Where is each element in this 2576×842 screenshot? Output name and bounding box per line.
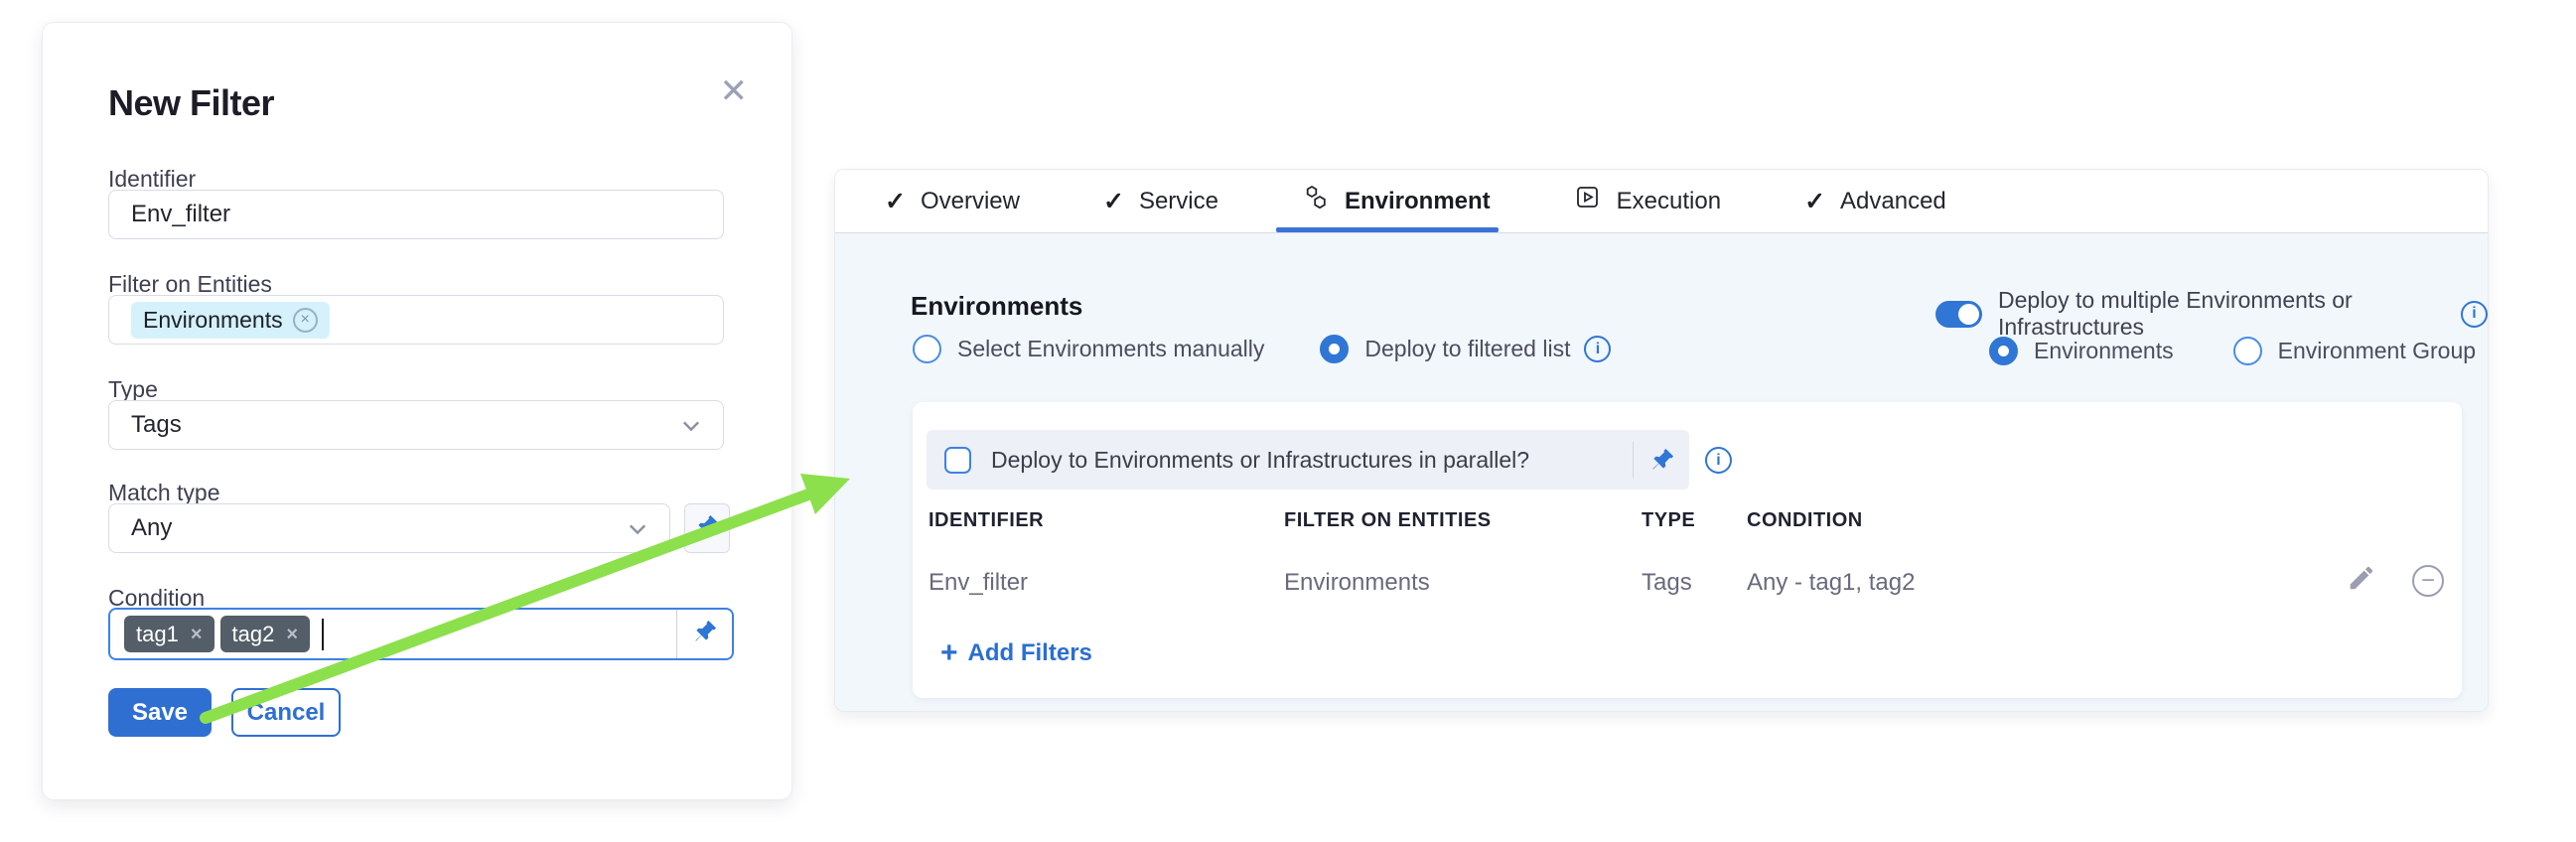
tab-label: Service	[1139, 188, 1218, 215]
plus-icon: +	[940, 638, 958, 668]
radio-environment-group[interactable]	[2233, 337, 2262, 365]
check-icon: ✓	[1103, 187, 1124, 216]
close-icon[interactable]: ✕	[720, 74, 749, 108]
tab-overview[interactable]: ✓ Overview	[885, 170, 1020, 232]
entities-chip: Environments ×	[131, 302, 330, 339]
check-icon: ✓	[885, 187, 906, 216]
row-actions: −	[2347, 563, 2444, 598]
tab-bar: ✓ Overview ✓ Service Environment	[835, 170, 2488, 233]
tab-execution[interactable]: Execution	[1574, 170, 1721, 232]
info-icon[interactable]: i	[2461, 301, 2488, 328]
remove-chip-icon[interactable]: ×	[293, 308, 318, 333]
text-caret	[322, 619, 324, 650]
pin-icon	[694, 513, 720, 544]
type-select[interactable]: Tags	[108, 400, 724, 450]
section-heading: Environments	[911, 291, 1082, 322]
tag-label: tag2	[232, 622, 275, 647]
divider	[1633, 442, 1634, 478]
parallel-label: Deploy to Environments or Infrastructure…	[991, 447, 1529, 474]
pin-icon	[692, 619, 718, 649]
tag-remove-icon[interactable]: ×	[191, 625, 203, 644]
row-identifier: Env_filter	[929, 569, 1028, 597]
identifier-input[interactable]: Env_filter	[108, 190, 724, 239]
parallel-banner: Deploy to Environments or Infrastructure…	[927, 430, 1689, 490]
row-condition: Any - tag1, tag2	[1747, 569, 1915, 597]
filters-card: Deploy to Environments or Infrastructure…	[913, 402, 2462, 698]
match-type-value: Any	[131, 514, 172, 542]
tab-label: Execution	[1617, 188, 1721, 215]
radio-label: Environments	[2034, 338, 2174, 364]
tab-environment[interactable]: Environment	[1302, 170, 1491, 232]
chevron-down-icon	[681, 411, 701, 439]
info-icon[interactable]: i	[1705, 447, 1732, 474]
save-button[interactable]: Save	[108, 688, 212, 737]
cancel-button[interactable]: Cancel	[231, 688, 341, 737]
pin-condition-button[interactable]	[676, 610, 732, 658]
match-type-select[interactable]: Any	[108, 503, 670, 553]
environment-panel: ✓ Overview ✓ Service Environment	[834, 169, 2489, 712]
tag-remove-icon[interactable]: ×	[286, 625, 298, 644]
col-header-condition: CONDITION	[1747, 509, 1863, 532]
add-filters-label: Add Filters	[968, 639, 1092, 667]
entities-chip-label: Environments	[143, 307, 283, 334]
type-value: Tags	[131, 411, 182, 439]
match-type-label: Match type	[108, 480, 220, 506]
modal-title: New Filter	[108, 82, 274, 124]
pin-match-type-button[interactable]	[684, 503, 730, 553]
row-entities: Environments	[1284, 569, 1430, 597]
radio-label: Select Environments manually	[957, 336, 1264, 362]
multi-env-toggle-row: Deploy to multiple Environments or Infra…	[1935, 287, 2488, 341]
condition-tag-chip: tag2 ×	[220, 616, 311, 652]
radio-environments[interactable]	[1989, 337, 2018, 365]
environment-selection-mode: Select Environments manually Deploy to f…	[913, 335, 1611, 363]
environment-icon	[1302, 184, 1330, 218]
edit-icon[interactable]	[2347, 563, 2376, 598]
identifier-value: Env_filter	[131, 201, 230, 228]
tag-label: tag1	[136, 622, 179, 647]
multi-env-toggle[interactable]	[1935, 301, 1982, 328]
identifier-label: Identifier	[108, 166, 196, 193]
condition-tag-chip: tag1 ×	[124, 616, 215, 652]
radio-label: Environment Group	[2278, 338, 2476, 364]
entities-label: Filter on Entities	[108, 271, 272, 298]
tab-label: Overview	[921, 188, 1020, 215]
radio-deploy-filtered[interactable]	[1320, 335, 1349, 363]
toggle-label: Deploy to multiple Environments or Infra…	[1998, 287, 2449, 341]
toggle-knob	[1958, 304, 1979, 325]
tab-label: Advanced	[1840, 188, 1946, 215]
environment-tab-content: Environments Select Environments manuall…	[835, 233, 2488, 712]
radio-select-manually[interactable]	[913, 335, 941, 363]
col-header-identifier: IDENTIFIER	[929, 509, 1044, 532]
row-type: Tags	[1642, 569, 1692, 597]
check-icon: ✓	[1804, 187, 1825, 216]
env-or-group-choice: Environments Environment Group	[1989, 337, 2476, 365]
add-filters-button[interactable]: + Add Filters	[940, 638, 1092, 668]
remove-row-icon[interactable]: −	[2412, 565, 2444, 597]
screen: ✕ New Filter Identifier Env_filter Filte…	[0, 0, 2576, 842]
info-icon[interactable]: i	[1584, 336, 1611, 362]
chevron-down-icon	[628, 514, 647, 542]
tab-service[interactable]: ✓ Service	[1103, 170, 1218, 232]
tab-label: Environment	[1345, 188, 1491, 215]
type-label: Type	[108, 376, 158, 403]
tab-advanced[interactable]: ✓ Advanced	[1804, 170, 1946, 232]
radio-label: Deploy to filtered list	[1364, 336, 1570, 362]
execution-icon	[1574, 184, 1602, 218]
col-header-entities: FILTER ON ENTITIES	[1284, 509, 1492, 532]
new-filter-modal: ✕ New Filter Identifier Env_filter Filte…	[42, 22, 792, 800]
parallel-checkbox[interactable]	[944, 447, 971, 474]
condition-input[interactable]: tag1 × tag2 ×	[108, 608, 734, 660]
pin-parallel-button[interactable]	[1649, 447, 1675, 473]
entities-input[interactable]: Environments ×	[108, 295, 724, 345]
col-header-type: TYPE	[1642, 509, 1695, 532]
